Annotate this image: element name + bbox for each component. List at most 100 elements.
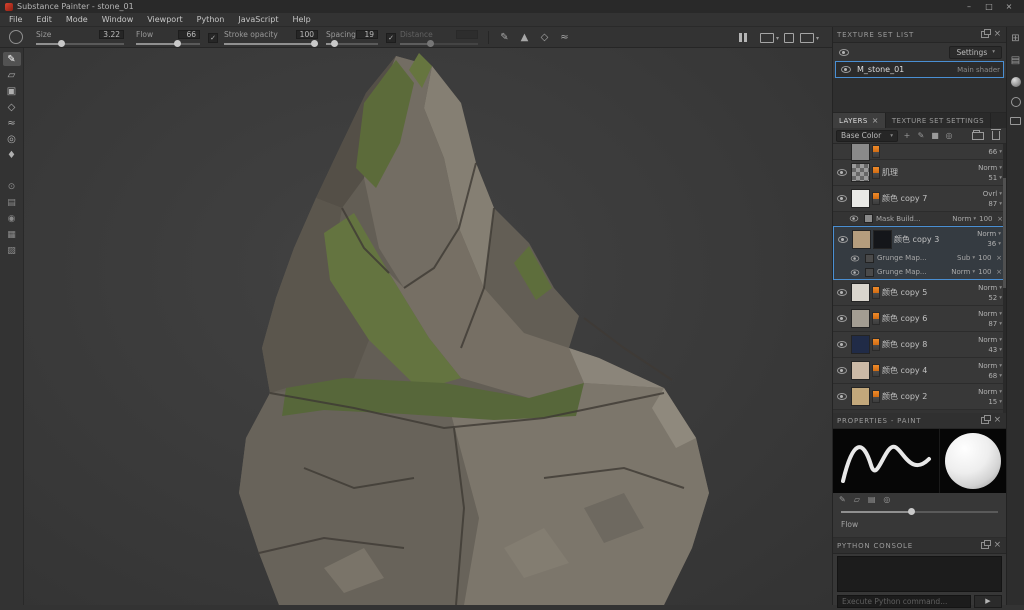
layer-name[interactable]: 颜色 copy 8 [882, 339, 964, 350]
flow-value-field[interactable]: 66 [178, 30, 200, 39]
layer-thumbnail[interactable] [851, 387, 870, 406]
material-picker-tool[interactable]: ♦ [3, 148, 21, 162]
caret-down-icon[interactable]: ▾ [816, 35, 819, 42]
minimize-button[interactable]: – [959, 0, 979, 13]
dock-grid-icon[interactable]: ⊞ [1010, 33, 1022, 45]
viewport-display-button[interactable] [760, 33, 774, 43]
delete-layer-button[interactable] [992, 131, 1000, 140]
effect-visibility-icon[interactable] [850, 216, 859, 222]
paint-brush-tool[interactable]: ✎ [3, 52, 21, 66]
notebook-icon[interactable]: ▨ [3, 244, 21, 258]
layer-mask-thumbnail[interactable] [873, 230, 892, 249]
layer-visibility-icon[interactable] [837, 315, 847, 322]
layer-visibility-icon[interactable] [837, 169, 847, 176]
tab-texture-set-settings[interactable]: TEXTURE SET SETTINGS [886, 113, 991, 128]
add-effect-icon[interactable]: + [902, 131, 912, 140]
effect-blend-select[interactable]: Norm ▾ [952, 215, 976, 223]
close-icon[interactable]: × [994, 30, 1002, 39]
layer-row[interactable]: 肌理 Norm ▾ 51 ▾ [833, 160, 1006, 186]
layer-visibility-icon[interactable] [837, 367, 847, 374]
blend-mode-select[interactable]: Ovrl ▾ [983, 190, 1002, 198]
menu-help[interactable]: Help [285, 15, 317, 24]
layer-opacity[interactable]: 66 ▾ [988, 148, 1002, 156]
pen-pressure-icon[interactable]: ✎ [498, 31, 511, 44]
projection-tool[interactable]: ▣ [3, 84, 21, 98]
smart-material-icon[interactable]: ◎ [944, 131, 954, 140]
layer-row[interactable]: 颜色 copy 4 Norm ▾ 68 ▾ [833, 358, 1006, 384]
texture-set-visibility-icon[interactable] [841, 66, 851, 73]
layer-row[interactable]: 颜色 copy 5 Norm ▾ 52 ▾ [833, 280, 1006, 306]
layer-name[interactable]: 颜色 copy 2 [882, 391, 964, 402]
layer-visibility-icon[interactable] [837, 289, 847, 296]
layer-opacity[interactable]: 87 ▾ [988, 320, 1002, 328]
effect-name[interactable]: Grunge Map... [877, 268, 948, 276]
dock-material-sphere-icon[interactable] [1011, 77, 1021, 87]
eraser-tool[interactable]: ▱ [3, 68, 21, 82]
stroke-opacity-value-field[interactable]: 100 [296, 30, 318, 39]
layer-name[interactable]: 颜色 copy 7 [882, 193, 964, 204]
undock-icon[interactable] [981, 31, 989, 38]
layer-row[interactable]: 颜色 copy 8 Norm ▾ 43 ▾ [833, 332, 1006, 358]
layer-name[interactable]: 颜色 copy 5 [882, 287, 964, 298]
layer-row[interactable]: 颜色 copy 2 Norm ▾ 15 ▾ [833, 384, 1006, 410]
effect-name[interactable]: Grunge Map... [877, 254, 954, 262]
effect-opacity[interactable]: 100 [978, 254, 991, 262]
effect-visibility-icon[interactable] [851, 269, 860, 275]
layer-thumbnail[interactable] [851, 189, 870, 208]
effect-blend-select[interactable]: Sub ▾ [957, 254, 975, 262]
add-folder-button[interactable] [972, 132, 984, 140]
menu-viewport[interactable]: Viewport [140, 15, 189, 24]
layer-thumbnail[interactable] [851, 309, 870, 328]
layer-thumbnail[interactable] [852, 230, 871, 249]
channel-selector[interactable]: Base Color ▾ [836, 130, 898, 142]
brush-stroke-preview[interactable] [833, 429, 940, 493]
spacing-value-field[interactable]: 19 [356, 30, 378, 39]
layer-opacity[interactable]: 87 ▾ [988, 200, 1002, 208]
layer-thumbnail[interactable] [851, 283, 870, 302]
caret-down-icon[interactable]: ▾ [776, 35, 779, 42]
polygon-fill-tool[interactable]: ◇ [3, 100, 21, 114]
effect-thumbnail[interactable] [865, 254, 874, 263]
dock-display-icon[interactable] [1010, 117, 1021, 125]
stencil-mode-icon[interactable]: ▤ [868, 495, 876, 504]
effect-visibility-icon[interactable] [851, 255, 860, 261]
texture-set-item[interactable]: M_stone_01 Main shader [835, 61, 1004, 78]
blend-mode-select[interactable]: Norm ▾ [978, 336, 1002, 344]
tablet-mode-button[interactable] [784, 33, 794, 43]
effect-blend-select[interactable]: Norm ▾ [951, 268, 975, 276]
layer-opacity[interactable]: 51 ▾ [988, 174, 1002, 182]
brush-preview-icon[interactable] [9, 30, 23, 44]
effect-name[interactable]: Mask Build... [876, 215, 949, 223]
spacing-slider[interactable] [326, 43, 378, 45]
alpha-icon[interactable]: ▲ [518, 31, 531, 44]
menu-python[interactable]: Python [190, 15, 232, 24]
layer-row[interactable]: 颜色 copy 7 Ovrl ▾ 87 ▾ [833, 186, 1006, 212]
blend-mode-select[interactable]: Norm ▾ [978, 362, 1002, 370]
chart-icon[interactable]: ▦ [3, 228, 21, 242]
close-icon[interactable]: × [994, 416, 1002, 425]
layer-opacity[interactable]: 68 ▾ [988, 372, 1002, 380]
blend-mode-select[interactable]: Norm ▾ [978, 310, 1002, 318]
run-python-button[interactable]: ▶ [974, 595, 1002, 608]
layer-thumbnail[interactable] [851, 144, 870, 161]
blend-mode-select[interactable]: Norm ▾ [977, 230, 1001, 238]
viewport-3d[interactable] [24, 48, 832, 605]
layer-thumbnail[interactable] [851, 335, 870, 354]
effect-thumbnail[interactable] [865, 268, 874, 277]
lazy-mouse-icon[interactable]: ≈ [558, 31, 571, 44]
menu-mode[interactable]: Mode [59, 15, 95, 24]
eye-icon[interactable] [839, 49, 849, 56]
close-button[interactable]: × [999, 0, 1019, 13]
layer-visibility-icon[interactable] [837, 195, 847, 202]
delete-effect-button[interactable]: × [996, 254, 1002, 262]
layer-visibility-icon[interactable] [837, 393, 847, 400]
tab-close-icon[interactable]: × [872, 116, 879, 125]
sliders-icon[interactable]: ▤ [3, 196, 21, 210]
layer-thumbnail[interactable] [851, 361, 870, 380]
layer-effect-row[interactable]: Grunge Map... Norm ▾ 100 × [834, 265, 1005, 279]
flow-slider[interactable] [136, 43, 200, 45]
layer-name[interactable]: 肌理 [882, 167, 964, 178]
size-value-field[interactable]: 3.22 [99, 30, 124, 39]
layer-effect-row[interactable]: Grunge Map... Sub ▾ 100 × [834, 251, 1005, 265]
menu-file[interactable]: File [2, 15, 29, 24]
